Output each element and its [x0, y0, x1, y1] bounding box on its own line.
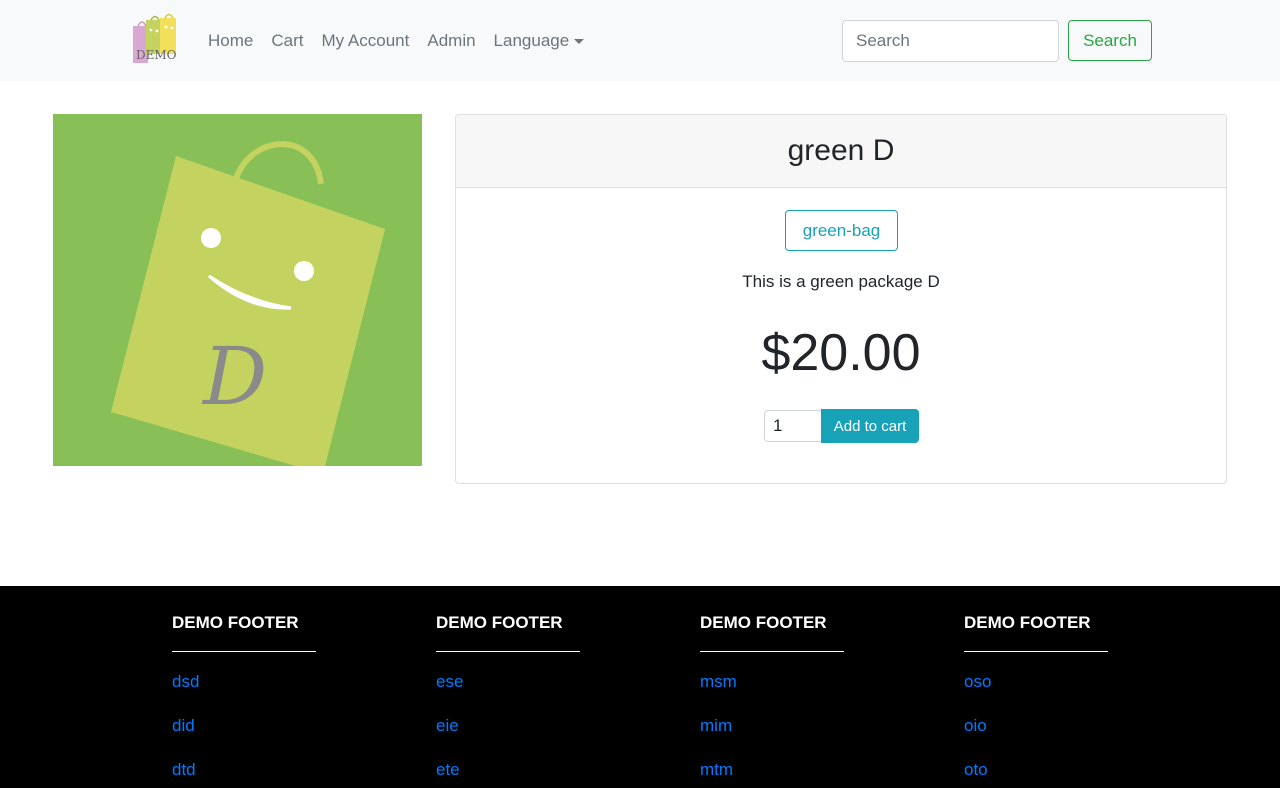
footer-links: ese eie ete — [436, 672, 580, 788]
footer-link[interactable]: dtd — [172, 760, 316, 788]
nav-language-label: Language — [493, 31, 570, 50]
footer-link[interactable]: ete — [436, 760, 580, 788]
product-image: D — [53, 114, 422, 466]
product-description: This is a green package D — [742, 272, 940, 291]
footer-link[interactable]: did — [172, 716, 316, 760]
footer-link[interactable]: msm — [700, 672, 844, 716]
nav-admin[interactable]: Admin — [418, 31, 484, 51]
footer-column: DEMO FOOTER ese eie ete — [436, 613, 580, 788]
nav-language-dropdown[interactable]: Language — [485, 31, 594, 51]
bag-letter: D — [201, 330, 267, 423]
add-to-cart-button[interactable]: Add to cart — [821, 409, 919, 443]
quantity-input[interactable] — [764, 410, 822, 442]
tag-button[interactable]: green-bag — [785, 210, 898, 251]
footer-link[interactable]: ese — [436, 672, 580, 716]
footer-link[interactable]: dsd — [172, 672, 316, 716]
brand-logo[interactable]: DEMO — [130, 12, 182, 66]
product-title: green D — [787, 134, 895, 167]
search-input[interactable] — [842, 20, 1059, 62]
search-button[interactable]: Search — [1068, 20, 1152, 61]
footer-heading: DEMO FOOTER — [436, 613, 580, 652]
footer-heading: DEMO FOOTER — [964, 613, 1108, 652]
footer-link[interactable]: oto — [964, 760, 1108, 788]
footer-link[interactable]: oso — [964, 672, 1108, 716]
footer: DEMO FOOTER dsd did dtd DEMO FOOTER ese … — [0, 586, 1280, 788]
product-price: $20.00 — [761, 324, 921, 382]
caret-down-icon — [574, 38, 585, 44]
footer-link[interactable]: eie — [436, 716, 580, 760]
footer-link[interactable]: mim — [700, 716, 844, 760]
footer-links: oso oio oto — [964, 672, 1108, 788]
product-card: green D green-bag This is a green packag… — [455, 114, 1227, 484]
footer-link[interactable]: oio — [964, 716, 1108, 760]
green-bag-image-svg: D — [53, 114, 422, 466]
footer-links: dsd did dtd — [172, 672, 316, 788]
nav-my-account[interactable]: My Account — [312, 31, 418, 51]
footer-heading: DEMO FOOTER — [700, 613, 844, 652]
nav-home[interactable]: Home — [199, 31, 262, 51]
footer-link[interactable]: mtm — [700, 760, 844, 788]
footer-heading: DEMO FOOTER — [172, 613, 316, 652]
card-header: green D — [456, 115, 1226, 188]
brand-text: DEMO — [136, 48, 177, 62]
footer-column: DEMO FOOTER msm mim mtm — [700, 613, 844, 788]
footer-column: DEMO FOOTER dsd did dtd — [172, 613, 316, 788]
navbar: DEMO Home Cart My Account Admin Language… — [0, 0, 1280, 81]
nav-cart[interactable]: Cart — [262, 31, 312, 51]
footer-links: msm mim mtm — [700, 672, 844, 788]
nav-links: Home Cart My Account Admin Language — [199, 28, 593, 54]
footer-column: DEMO FOOTER oso oio oto — [964, 613, 1108, 788]
